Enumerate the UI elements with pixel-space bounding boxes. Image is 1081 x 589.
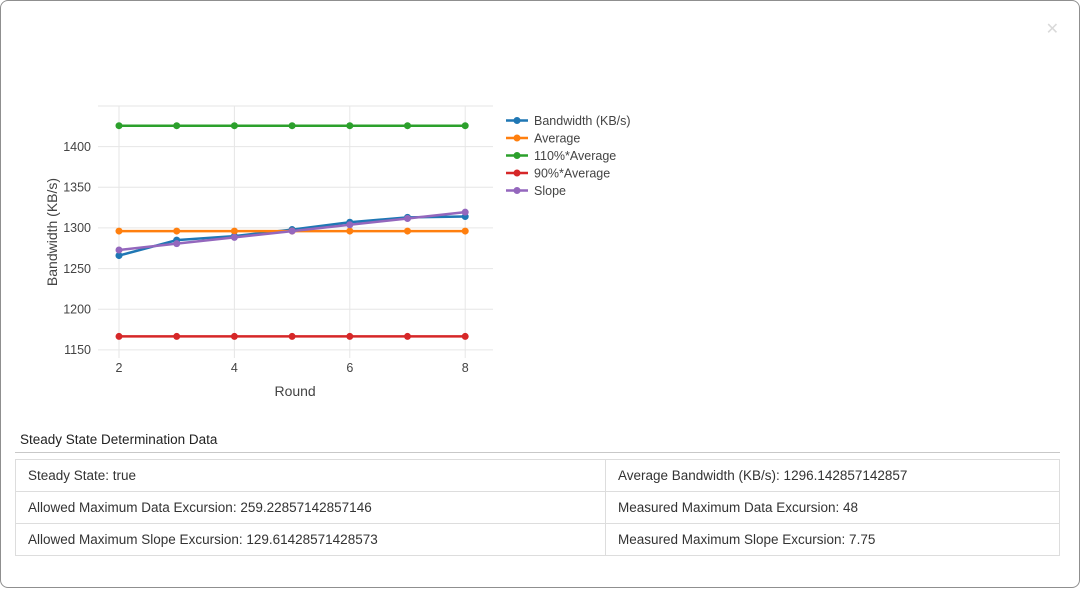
series-marker	[173, 122, 180, 129]
series-marker	[346, 221, 353, 228]
close-icon[interactable]: ✕	[1046, 21, 1059, 37]
legend-label: Bandwidth (KB/s)	[534, 114, 631, 128]
series-marker	[346, 228, 353, 235]
y-tick-label: 1400	[63, 140, 91, 154]
series-marker	[404, 122, 411, 129]
x-axis-title: Round	[274, 383, 315, 399]
series-90-average	[116, 333, 469, 340]
y-tick-label: 1300	[63, 221, 91, 235]
steady-state-section: Steady State Determination Data Steady S…	[15, 432, 1060, 556]
legend-label: 110%*Average	[534, 149, 616, 163]
series-bandwidth-kb-s-	[116, 213, 469, 259]
y-tick-label: 1150	[64, 343, 91, 357]
series-marker	[116, 246, 123, 253]
series-marker	[231, 228, 238, 235]
legend-label: Slope	[534, 184, 566, 198]
series-marker	[231, 122, 238, 129]
y-tick-label: 1250	[63, 262, 91, 276]
x-tick-label: 8	[462, 361, 469, 375]
legend-item[interactable]: 110%*Average	[506, 149, 616, 163]
legend-item[interactable]: Average	[506, 131, 580, 145]
table-row: Allowed Maximum Data Excursion: 259.2285…	[16, 492, 1060, 524]
table-row: Allowed Maximum Slope Excursion: 129.614…	[16, 524, 1060, 556]
legend-marker-swatch	[514, 152, 521, 159]
y-tick-label: 1200	[63, 303, 91, 317]
series-marker	[116, 333, 123, 340]
table-cell: Steady State: true	[16, 460, 606, 492]
legend-item[interactable]: Bandwidth (KB/s)	[506, 114, 631, 128]
series-marker	[346, 333, 353, 340]
legend-marker-swatch	[514, 117, 521, 124]
y-axis-title: Bandwidth (KB/s)	[44, 178, 60, 286]
series-marker	[346, 122, 353, 129]
series-marker	[462, 228, 469, 235]
series-marker	[173, 228, 180, 235]
chart-svg: 1150 1200 1250 1300 1350 1400 2 4 6 8 Round Bandwid…	[1, 96, 661, 406]
table-row: Steady State: trueAverage Bandwidth (KB/…	[16, 460, 1060, 492]
series-marker	[462, 333, 469, 340]
table-cell: Measured Maximum Slope Excursion: 7.75	[605, 524, 1059, 556]
series-marker	[462, 122, 469, 129]
series-marker	[231, 234, 238, 241]
bandwidth-chart: 1150 1200 1250 1300 1350 1400 2 4 6 8 Round Bandwid…	[1, 96, 661, 406]
table-cell: Allowed Maximum Data Excursion: 259.2285…	[16, 492, 606, 524]
table-cell: Measured Maximum Data Excursion: 48	[605, 492, 1059, 524]
table-cell: Average Bandwidth (KB/s): 1296.142857142…	[605, 460, 1059, 492]
series-marker	[462, 209, 469, 216]
series-marker	[289, 333, 296, 340]
legend-marker-swatch	[514, 170, 521, 177]
series-marker	[289, 228, 296, 235]
series-marker	[404, 333, 411, 340]
legend-label: Average	[534, 131, 580, 145]
table-cell: Allowed Maximum Slope Excursion: 129.614…	[16, 524, 606, 556]
y-tick-label: 1350	[63, 181, 91, 195]
series-marker	[116, 228, 123, 235]
series-marker	[231, 333, 238, 340]
x-tick-label: 4	[231, 361, 238, 375]
legend-label: 90%*Average	[534, 166, 610, 180]
series-line	[119, 217, 465, 256]
steady-state-dialog: ✕ 1150 1200 1250 1300 1350 1400 2 4 6 8 Round Bandw…	[0, 0, 1080, 588]
series-110-average	[116, 122, 469, 129]
series-marker	[116, 122, 123, 129]
series-marker	[404, 215, 411, 222]
section-title: Steady State Determination Data	[15, 432, 1060, 453]
legend-item[interactable]: Slope	[506, 184, 566, 198]
legend-item[interactable]: 90%*Average	[506, 166, 610, 180]
legend-marker-swatch	[514, 135, 521, 142]
series-marker	[173, 333, 180, 340]
x-tick-label: 2	[116, 361, 123, 375]
legend-marker-swatch	[514, 187, 521, 194]
series-marker	[173, 240, 180, 247]
x-tick-label: 6	[346, 361, 353, 375]
steady-state-table: Steady State: trueAverage Bandwidth (KB/…	[15, 459, 1060, 556]
series-marker	[289, 122, 296, 129]
series-marker	[404, 228, 411, 235]
